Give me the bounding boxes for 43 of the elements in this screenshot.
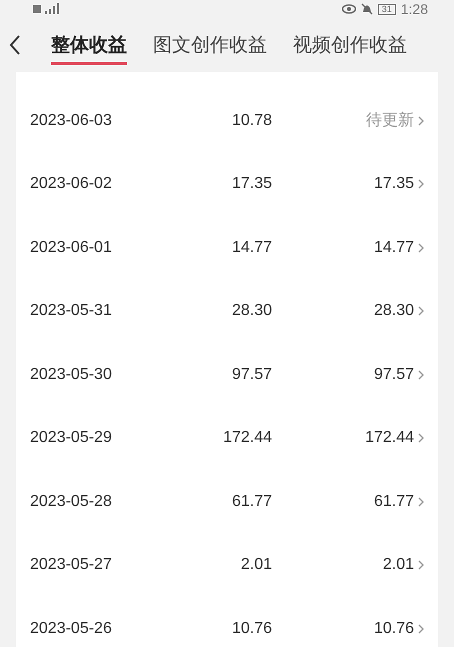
- settled-link[interactable]: 61.77: [272, 492, 424, 511]
- chevron-icon: [418, 116, 424, 126]
- tab[interactable]: 图文创作收益: [153, 25, 267, 65]
- date-cell-text: 2023-05-27: [30, 556, 113, 574]
- chevron-icon: [418, 624, 424, 634]
- date-cell-text: 2023-05-31: [30, 302, 113, 320]
- muted-bell-icon: [360, 3, 373, 15]
- amount-cell-text: 61.77: [230, 492, 272, 511]
- amount-cell-text: 28.30: [230, 302, 272, 320]
- amount-cell-text: 17.35: [230, 175, 272, 194]
- date-cell-text: 2023-05-26: [30, 620, 113, 638]
- chevron-icon: [418, 433, 424, 444]
- amount-cell-text: 10.76: [230, 620, 272, 638]
- battery-icon: 31: [378, 4, 396, 14]
- settled-link[interactable]: 2.01: [272, 556, 424, 574]
- settled-link[interactable]: 14.77: [272, 238, 424, 257]
- amount-cell-text: 2.01: [240, 556, 272, 574]
- date-cell-text: 2023-06-03: [30, 112, 113, 130]
- chevron-icon: [418, 306, 424, 316]
- settled-link[interactable]: 172.44: [272, 429, 424, 448]
- date-cell-text: 2023-06-01: [30, 238, 113, 257]
- amount-cell-text: 97.57: [230, 366, 272, 384]
- settled-link[interactable]: 28.30: [272, 302, 424, 320]
- eye-icon: [342, 4, 356, 14]
- chevron-icon: [418, 496, 424, 507]
- settled-link[interactable]: 10.76: [272, 620, 424, 638]
- chevron-icon: [418, 560, 424, 570]
- settled-link[interactable]: 97.57: [272, 366, 424, 384]
- amount-cell-text: 14.77: [230, 238, 272, 257]
- date-cell-text: 2023-05-30: [30, 366, 113, 384]
- date-cell-text: 2023-05-28: [30, 492, 113, 511]
- chevron-icon: [418, 242, 424, 253]
- tab[interactable]: 整体收益: [51, 25, 127, 65]
- chevron-icon: [418, 179, 424, 190]
- tab[interactable]: 视频创作收益: [293, 25, 407, 65]
- date-cell-text: 2023-06-02: [30, 175, 113, 194]
- chevron-icon: [418, 370, 424, 380]
- settled-link[interactable]: 17.35: [272, 175, 424, 194]
- date-cell-text: 2023-05-29: [30, 429, 113, 448]
- amount-cell-text: 172.44: [222, 429, 272, 448]
- back-icon[interactable]: [9, 34, 21, 56]
- amount-cell-text: 10.78: [230, 112, 272, 130]
- clock-time: 1:28: [400, 1, 428, 17]
